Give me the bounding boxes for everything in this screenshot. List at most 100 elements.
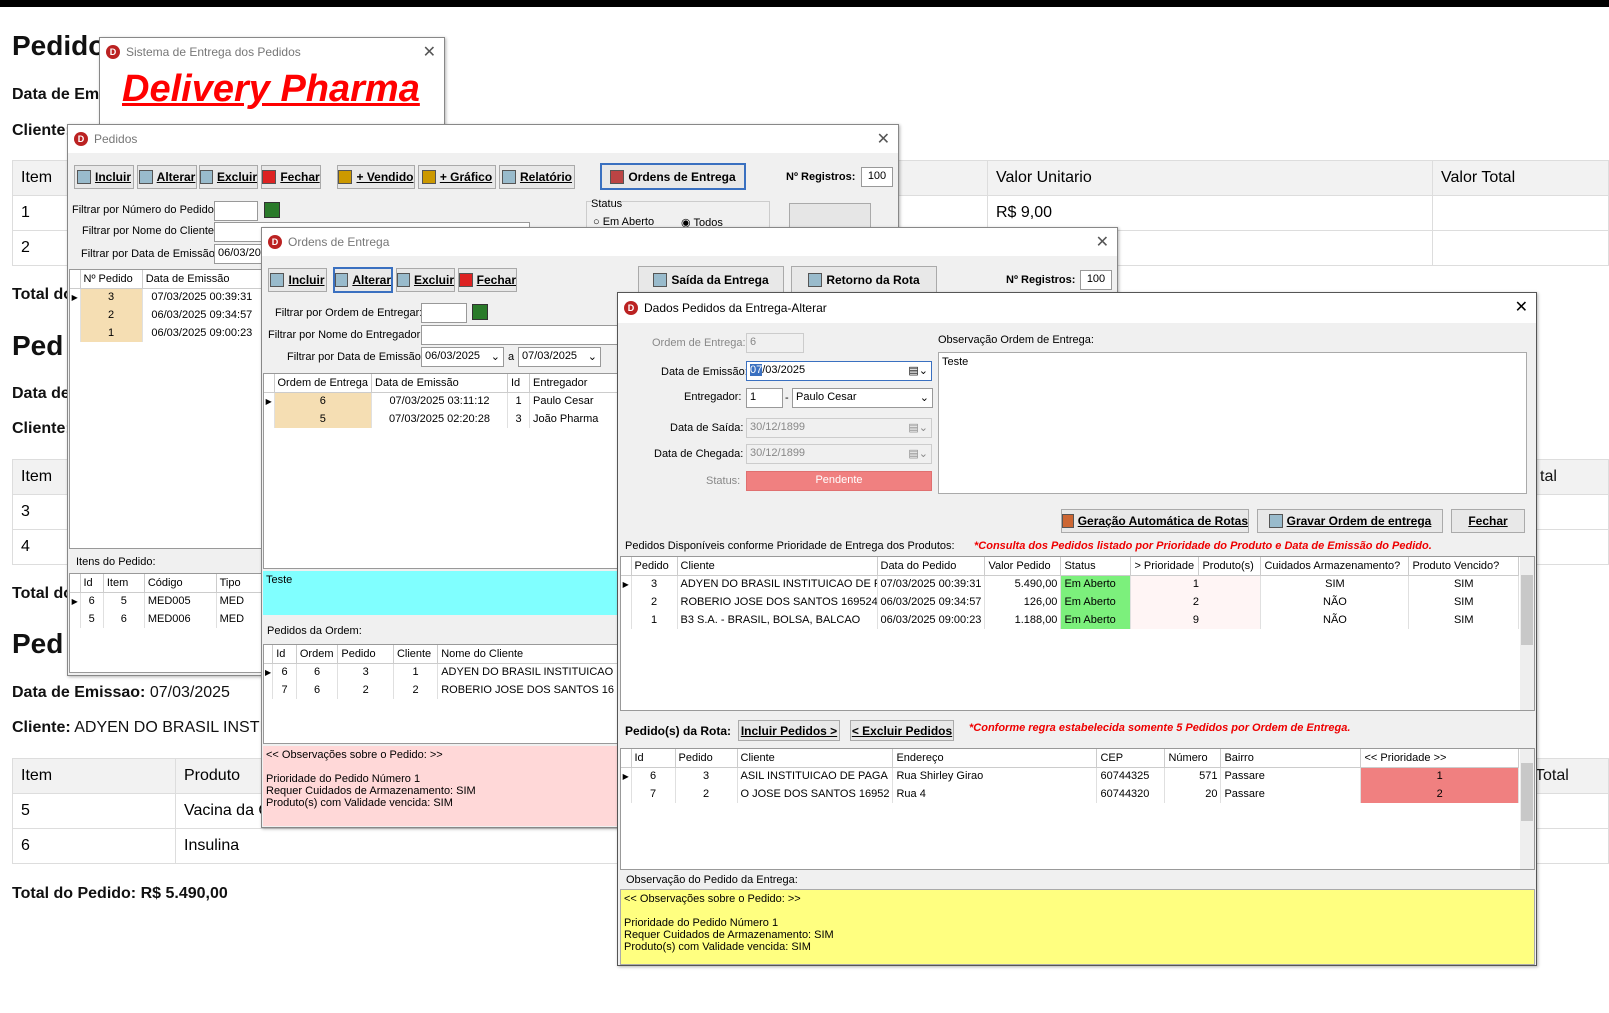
pedido-observacao-memo[interactable]: << Observações sobre o Pedido: >> Priori… <box>263 746 619 826</box>
status-label: Status <box>591 198 623 210</box>
entregador-id-input[interactable]: 1 <box>746 388 783 408</box>
excluir-button[interactable]: Excluir <box>199 165 258 189</box>
saida-label: Data de Saída: <box>670 422 744 434</box>
registros-input[interactable]: 100 <box>861 167 893 187</box>
table-row[interactable]: 1 06/03/2025 09:00:23 <box>70 324 262 342</box>
alterar-button[interactable]: Alterar <box>137 165 197 189</box>
table-row[interactable]: 7 2 O JOSE DOS SANTOS 16952 Rua 4 607443… <box>621 785 1519 803</box>
emissao-date-input[interactable]: 07/03/2025 ▤⌄ <box>746 361 932 381</box>
date-separator: a <box>508 351 515 363</box>
col-bairro: Bairro <box>1220 749 1362 768</box>
button-label: < Excluir Pedidos <box>851 723 953 738</box>
filter-numero-input[interactable] <box>214 201 258 221</box>
refresh-icon[interactable] <box>264 202 280 218</box>
incluir-pedidos-button[interactable]: Incluir Pedidos > <box>738 720 840 741</box>
scroll-thumb[interactable] <box>1521 575 1533 645</box>
ordens-grid[interactable]: Ordem de Entrega Data de Emissão Id Entrega… <box>263 373 619 569</box>
cell: João Pharma <box>529 410 618 428</box>
date-from-input[interactable]: 06/03/2025 ⌄ <box>421 347 504 367</box>
refresh-icon[interactable] <box>472 304 488 320</box>
scroll-thumb[interactable] <box>1521 763 1533 821</box>
table-row[interactable]: 5 6 MED006 MED <box>70 610 262 628</box>
obs-pedido-memo[interactable]: << Observações sobre o Pedido: >> Priori… <box>620 889 1535 965</box>
button-label: Ordens de Entrega <box>628 169 736 184</box>
cell: MED <box>216 592 262 610</box>
filter-entregador-input[interactable] <box>421 325 621 345</box>
close-icon[interactable]: ✕ <box>423 42 436 62</box>
save-icon <box>1268 514 1283 528</box>
ordem-observacao-memo[interactable]: Teste <box>263 571 619 615</box>
fechar-button[interactable]: Fechar <box>1451 509 1525 533</box>
pedidos-ordem-grid[interactable]: Id Ordem Pedido Cliente Nome do Cliente ▶ 6 6 3… <box>263 644 619 744</box>
table-row[interactable]: ▶ 6 5 MED005 MED <box>70 592 262 610</box>
ordens-entrega-button[interactable]: Ordens de Entrega <box>600 163 746 190</box>
ordem-label: Ordem de Entrega: <box>652 337 746 349</box>
obs-ordem-memo[interactable]: Teste <box>938 352 1527 494</box>
fechar-button[interactable]: Fechar <box>458 268 517 292</box>
col-data-pedido: Data do Pedido <box>877 557 986 576</box>
status-label: Status: <box>706 475 741 487</box>
vertical-scrollbar[interactable] <box>1520 557 1534 710</box>
entregador-select[interactable]: Paulo Cesar ⌄ <box>792 388 933 408</box>
table-row[interactable]: 2 ROBERIO JOSE DOS SANTOS 1695247787 06/… <box>621 593 1519 611</box>
cell: ADYEN DO BRASIL INSTITUICAO DE PAGA <box>677 575 878 593</box>
col-tipo: Tipo <box>216 574 262 593</box>
table-row[interactable]: 1 B3 S.A. - BRASIL, BOLSA, BALCAO 06/03/… <box>621 611 1519 629</box>
filter-data-label: Filtrar por Data de Emissão: <box>287 351 424 363</box>
cell: SIM <box>1408 611 1519 629</box>
gravar-ordem-button[interactable]: Gravar Ordem de entrega <box>1257 509 1443 533</box>
pedidos-disponiveis-grid[interactable]: Pedido Cliente Data do Pedido Valor Pedi… <box>620 556 1535 711</box>
table-row[interactable]: 2 06/03/2025 09:34:57 <box>70 306 262 324</box>
close-icon[interactable]: ✕ <box>1515 297 1528 317</box>
splash-window: D Sistema de Entrega dos Pedidos ✕ Deliv… <box>99 37 445 127</box>
table-row[interactable]: ▶ 6 3 ASIL INSTITUICAO DE PAGA Rua Shirl… <box>621 767 1519 785</box>
table-row[interactable]: ▶ 3 ADYEN DO BRASIL INSTITUICAO DE PAGA … <box>621 575 1519 593</box>
cell: 2 <box>631 593 678 611</box>
registros-input[interactable]: 100 <box>1080 270 1112 290</box>
rota-grid[interactable]: Id Pedido Cliente Endereço CEP Número Ba… <box>620 748 1535 870</box>
alterar-button[interactable]: Alterar <box>333 267 393 293</box>
button-label: Incluir <box>94 170 131 184</box>
vendido-button[interactable]: + Vendido <box>337 165 415 189</box>
saida-entrega-button[interactable]: Saída da Entrega <box>638 266 784 293</box>
cell: 1 <box>80 324 143 342</box>
button-label: Retorno da Rota <box>826 272 920 287</box>
report-total-label: Total do <box>12 286 74 303</box>
cell: 2 <box>337 681 394 699</box>
vertical-scrollbar[interactable] <box>1520 749 1534 869</box>
incluir-button[interactable]: Incluir <box>74 165 134 189</box>
pedidos-ordem-label: Pedidos da Ordem: <box>267 625 362 637</box>
col-id: Id <box>631 749 676 768</box>
table-row[interactable]: ▶ 6 6 3 1 ADYEN DO BRASIL INSTITUICAO <box>264 663 618 681</box>
button-label: Incluir Pedidos > <box>740 723 838 738</box>
retorno-rota-button[interactable]: Retorno da Rota <box>791 266 937 293</box>
close-icon[interactable]: ✕ <box>877 129 890 149</box>
excluir-pedidos-button[interactable]: < Excluir Pedidos <box>850 720 954 741</box>
report-total-value: R$ 5.490,00 <box>140 885 228 902</box>
table-row[interactable]: 7 6 2 2 ROBERIO JOSE DOS SANTOS 16 <box>264 681 618 699</box>
col-item: Item <box>103 574 145 593</box>
close-icon[interactable]: ✕ <box>1096 232 1109 252</box>
date-rest: /03/2025 <box>762 364 806 376</box>
cell: NÃO <box>1260 611 1410 629</box>
table-row[interactable]: ▶ 6 07/03/2025 03:11:12 1 Paulo Cesar <box>264 392 618 410</box>
excluir-button[interactable]: Excluir <box>396 268 455 292</box>
table-row[interactable]: 5 07/03/2025 02:20:28 3 João Pharma <box>264 410 618 428</box>
cell: 1 <box>1130 575 1262 593</box>
table-row[interactable]: ▶ 3 07/03/2025 00:39:31 <box>70 288 262 306</box>
cell: 07/03/2025 00:39:31 <box>877 575 986 593</box>
incluir-button[interactable]: Incluir <box>268 268 327 292</box>
itens-grid[interactable]: Id Item Código Tipo ▶ 6 5 MED005 MED 5 6 MED006 ME… <box>69 573 263 673</box>
pedidos-grid[interactable]: Nº Pedido Data de Emissão ▶ 3 07/03/2025 00… <box>69 269 263 549</box>
close-icon <box>262 170 277 184</box>
cell: MED005 <box>144 592 217 610</box>
fechar-button[interactable]: Fechar <box>261 165 321 189</box>
filter-ordem-input[interactable] <box>421 303 467 323</box>
relatorio-button[interactable]: Relatório <box>499 165 575 189</box>
filter-entregador-label: Filtrar por Nome do Entregador: <box>268 329 424 341</box>
geracao-rotas-button[interactable]: Geração Automática de Rotas <box>1061 509 1249 533</box>
cell: Rua 4 <box>892 785 1098 803</box>
date-to-input[interactable]: 07/03/2025 ⌄ <box>518 347 601 367</box>
calendar-icon[interactable]: ▤⌄ <box>908 364 928 377</box>
grafico-button[interactable]: + Gráfico <box>418 165 496 189</box>
